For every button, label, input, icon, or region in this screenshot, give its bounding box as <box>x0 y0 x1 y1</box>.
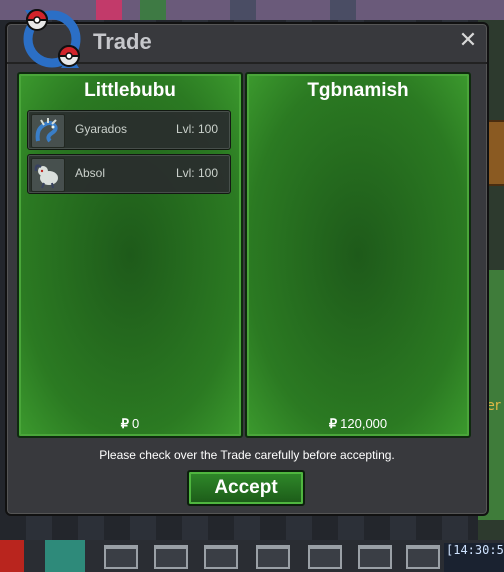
item-level: Lvl: 100 <box>175 166 218 180</box>
trade-item-gyarados[interactable]: Gyarados Lvl: 100 <box>27 110 231 150</box>
item-name: Absol <box>75 166 106 180</box>
right-money: ₽120,000 <box>247 416 469 432</box>
titlebar[interactable]: Trade ✕ <box>7 9 487 68</box>
right-money-amount: 120,000 <box>340 416 388 431</box>
left-player-name: Littlebubu <box>84 80 176 101</box>
item-level: Lvl: 100 <box>175 122 218 136</box>
trade-arrows-icon <box>23 9 81 68</box>
currency-icon: ₽ <box>328 416 338 431</box>
left-trade-panel: Littlebubu Gyarados Lvl: 100 Absol Lvl: … <box>17 72 243 438</box>
accept-button[interactable]: Accept <box>187 470 305 506</box>
chat-timestamp[interactable]: [14:30:57 <box>444 543 504 572</box>
trade-window: Trade ✕ Littlebubu Gyarados Lvl: 100 Abs… <box>5 9 489 516</box>
right-player-name: Tgbnamish <box>307 80 409 101</box>
currency-icon: ₽ <box>120 416 130 431</box>
left-money-amount: 0 <box>132 416 140 431</box>
map-strip-bottom: [14:30:57 <box>0 540 504 572</box>
gyarados-icon <box>31 114 65 148</box>
trade-notice: Please check over the Trade carefully be… <box>99 448 395 462</box>
window-title: Trade <box>93 29 152 54</box>
absol-icon <box>31 158 65 192</box>
trade-item-absol[interactable]: Absol Lvl: 100 <box>27 154 231 194</box>
right-trade-panel: Tgbnamish ₽120,000 <box>245 72 471 438</box>
left-money: ₽0 <box>19 416 241 432</box>
close-icon[interactable]: ✕ <box>457 30 479 52</box>
item-name: Gyarados <box>75 122 128 136</box>
